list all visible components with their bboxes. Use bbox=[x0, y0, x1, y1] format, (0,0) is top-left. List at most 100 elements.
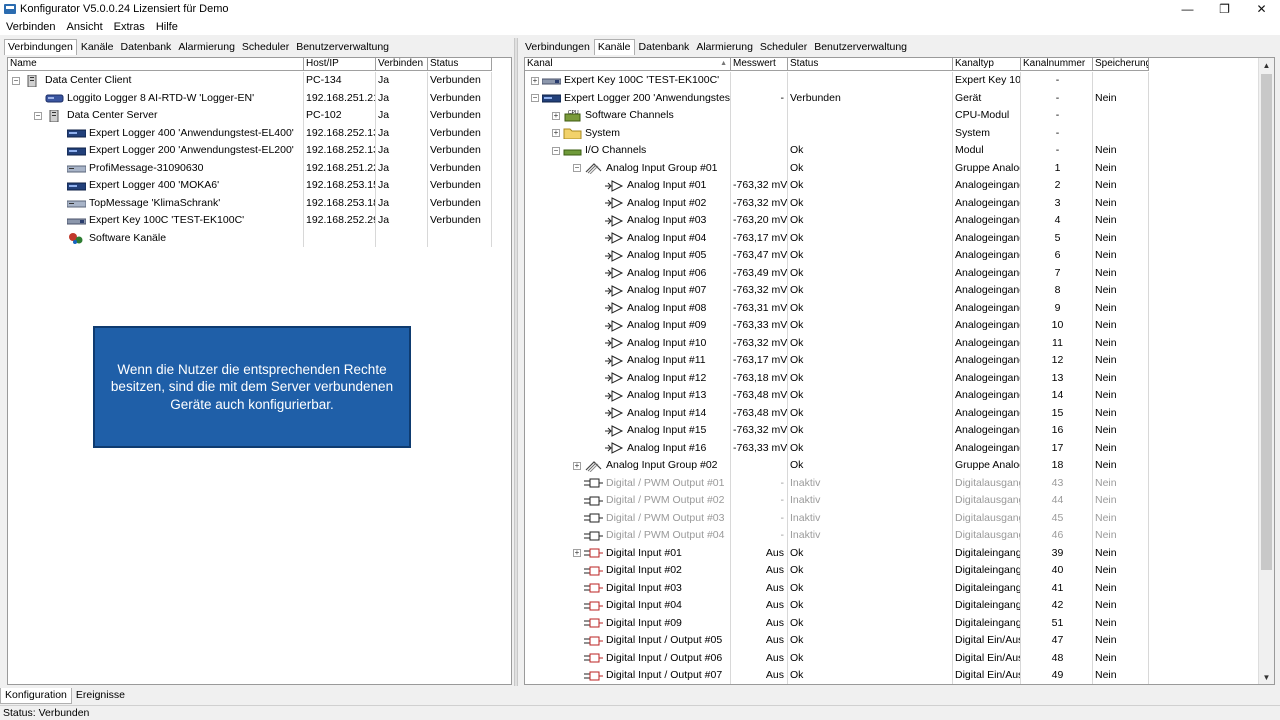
table-row[interactable]: − I/O Channels Ok Modul - Nein bbox=[525, 142, 1149, 160]
channel-name: Digital / PWM Output #01 bbox=[606, 476, 725, 489]
table-row[interactable]: − Expert Logger 200 'Anwendungstest-EL...… bbox=[525, 89, 1149, 107]
expand-icon[interactable]: + bbox=[552, 129, 560, 138]
column-header-verbinden[interactable]: Verbinden bbox=[376, 58, 428, 71]
table-row[interactable]: Analog Input #05 -763,47 mV Ok Analogeingan… bbox=[525, 247, 1149, 265]
menu-extras[interactable]: Extras bbox=[111, 21, 148, 33]
collapse-icon[interactable]: − bbox=[573, 164, 581, 173]
table-row[interactable]: Digital / PWM Output #02- Inaktiv Digitala… bbox=[525, 492, 1149, 510]
table-row[interactable]: Analog Input #01 -763,32 mV Ok Analogeingan… bbox=[525, 177, 1149, 195]
table-row[interactable]: Analog Input #08 -763,31 mV Ok Analogeingan… bbox=[525, 299, 1149, 317]
table-row[interactable]: Digital / PWM Output #04- Inaktiv Digitala… bbox=[525, 527, 1149, 545]
right-tab-datenbank[interactable]: Datenbank bbox=[636, 40, 693, 55]
right-tab-alarmierung[interactable]: Alarmierung bbox=[693, 40, 756, 55]
table-row[interactable]: Analog Input #15 -763,32 mV Ok Analogeingan… bbox=[525, 422, 1149, 440]
bottom-tab-konfiguration[interactable]: Konfiguration bbox=[0, 688, 72, 704]
type-cell: Analogeingang bbox=[953, 369, 1021, 387]
table-row[interactable]: Analog Input #07 -763,32 mV Ok Analogeingan… bbox=[525, 282, 1149, 300]
table-row[interactable]: Analog Input #09 -763,33 mV Ok Analogeingan… bbox=[525, 317, 1149, 335]
column-header-kanal[interactable]: Kanal ▲ bbox=[525, 58, 731, 71]
scroll-up-icon[interactable]: ▲ bbox=[1259, 58, 1274, 72]
table-row[interactable]: − Data Center Server PC-102 Ja Verbunden bbox=[8, 107, 492, 125]
table-row[interactable]: Analog Input #12 -763,18 mV Ok Analogeingan… bbox=[525, 369, 1149, 387]
table-row[interactable]: Digital Input #03 Aus Ok Digitaleingang 41 Ne… bbox=[525, 579, 1149, 597]
menu-ansicht[interactable]: Ansicht bbox=[64, 21, 106, 33]
table-row[interactable]: − Analog Input Group #01 OkGruppe Analog..… bbox=[525, 159, 1149, 177]
table-row[interactable]: Analog Input #06 -763,49 mV Ok Analogeingan… bbox=[525, 264, 1149, 282]
table-row[interactable]: Digital Input / Output #06 Aus Ok Digital E… bbox=[525, 649, 1149, 667]
table-row[interactable]: Analog Input #10 -763,32 mV Ok Analogeingan… bbox=[525, 334, 1149, 352]
left-tab-scheduler[interactable]: Scheduler bbox=[239, 40, 292, 55]
table-row[interactable]: Software Kanäle bbox=[8, 229, 492, 247]
column-header-status[interactable]: Status bbox=[788, 58, 953, 71]
table-row[interactable]: Analog Input #02 -763,32 mV Ok Analogeingan… bbox=[525, 194, 1149, 212]
table-row[interactable]: + Expert Key 100C 'TEST-EK100C' Expert Key… bbox=[525, 72, 1149, 90]
table-row[interactable]: Digital Input #09 Aus Ok Digitaleingang 51 Ne… bbox=[525, 614, 1149, 632]
status-cell: Ok bbox=[788, 544, 953, 562]
table-row[interactable]: + CPU Software Channels CPU-Modul - bbox=[525, 107, 1149, 125]
menu-hilfe[interactable]: Hilfe bbox=[153, 21, 181, 33]
expand-icon[interactable]: + bbox=[573, 549, 581, 558]
table-row[interactable]: + System System - bbox=[525, 124, 1149, 142]
table-row[interactable]: Loggito Logger 8 AI-RTD-W 'Logger-EN' 192… bbox=[8, 89, 492, 107]
bottom-tab-ereignisse[interactable]: Ereignisse bbox=[72, 688, 129, 704]
column-header-messwert[interactable]: Messwert bbox=[731, 58, 788, 71]
pane-splitter[interactable] bbox=[514, 38, 518, 686]
expand-icon[interactable]: + bbox=[573, 461, 581, 470]
table-row[interactable]: Analog Input #14 -763,48 mV Ok Analogeingan… bbox=[525, 404, 1149, 422]
right-tab-scheduler[interactable]: Scheduler bbox=[757, 40, 810, 55]
table-row[interactable]: Expert Logger 400 'Anwendungstest-EL400'… bbox=[8, 124, 492, 142]
table-row[interactable]: + Analog Input Group #02 OkGruppe Analog..… bbox=[525, 457, 1149, 475]
left-tab-alarmierung[interactable]: Alarmierung bbox=[175, 40, 238, 55]
collapse-icon[interactable]: − bbox=[12, 76, 20, 85]
left-tab-verbindungen[interactable]: Verbindungen bbox=[4, 39, 77, 55]
column-header-status[interactable]: Status bbox=[428, 58, 492, 71]
right-tab-benutzerverwaltung[interactable]: Benutzerverwaltung bbox=[811, 40, 910, 55]
scroll-down-icon[interactable]: ▼ bbox=[1259, 670, 1274, 684]
expand-icon[interactable]: + bbox=[531, 76, 539, 85]
table-row[interactable]: Digital Input #04 Aus Ok Digitaleingang 42 Ne… bbox=[525, 597, 1149, 615]
table-row[interactable]: Expert Logger 400 'MOKA6' 192.168.253.151… bbox=[8, 177, 492, 195]
menu-verbinden[interactable]: Verbinden bbox=[3, 21, 59, 33]
table-row[interactable]: Analog Input #13 -763,48 mV Ok Analogeingan… bbox=[525, 387, 1149, 405]
scroll-thumb[interactable] bbox=[1261, 74, 1272, 570]
table-row[interactable]: Digital Input #02 Aus Ok Digitaleingang 40 Ne… bbox=[525, 562, 1149, 580]
maximize-button[interactable]: ❐ bbox=[1206, 0, 1243, 18]
table-row[interactable]: Expert Logger 200 'Anwendungstest-EL200'… bbox=[8, 142, 492, 160]
column-header-speicherung[interactable]: Speicherung bbox=[1093, 58, 1149, 71]
table-row[interactable]: TopMessage 'KlimaSchrank' 192.168.253.18 J… bbox=[8, 194, 492, 212]
column-header-kanaltyp[interactable]: Kanaltyp bbox=[953, 58, 1021, 71]
collapse-icon[interactable]: − bbox=[552, 146, 560, 155]
expand-icon[interactable]: + bbox=[552, 111, 560, 120]
table-row[interactable]: Expert Key 100C 'TEST-EK100C' 192.168.252… bbox=[8, 212, 492, 230]
column-header-kanalnummer[interactable]: Kanalnummer bbox=[1021, 58, 1093, 71]
left-tab-kanäle[interactable]: Kanäle bbox=[78, 40, 117, 55]
status-cell: Ok bbox=[788, 317, 953, 335]
number-cell: 8 bbox=[1021, 282, 1093, 300]
column-header-name[interactable]: Name bbox=[8, 58, 304, 71]
value-cell: -763,17 mV bbox=[731, 352, 788, 370]
type-cell: Modul bbox=[953, 142, 1021, 160]
table-row[interactable]: − Data Center Client PC-134 Ja Verbunden bbox=[8, 72, 492, 90]
status-cell bbox=[788, 72, 953, 90]
column-header-host-ip[interactable]: Host/IP bbox=[304, 58, 376, 71]
table-row[interactable]: Digital Input / Output #07 Aus Ok Digital E… bbox=[525, 667, 1149, 684]
close-button[interactable]: ✕ bbox=[1243, 0, 1280, 18]
left-tab-benutzerverwaltung[interactable]: Benutzerverwaltung bbox=[293, 40, 392, 55]
minimize-button[interactable]: — bbox=[1169, 0, 1206, 18]
table-row[interactable]: ProfiMessage-31090630 192.168.251.221JaVe… bbox=[8, 159, 492, 177]
storage-cell: Nein bbox=[1093, 177, 1149, 195]
table-row[interactable]: Digital Input / Output #05 Aus Ok Digital E… bbox=[525, 632, 1149, 650]
table-row[interactable]: Analog Input #03 -763,20 mV Ok Analogeingan… bbox=[525, 212, 1149, 230]
collapse-icon[interactable]: − bbox=[531, 94, 539, 103]
table-row[interactable]: Digital / PWM Output #01- Inaktiv Digitala… bbox=[525, 474, 1149, 492]
left-tab-datenbank[interactable]: Datenbank bbox=[118, 40, 175, 55]
vertical-scrollbar[interactable]: ▲ ▼ bbox=[1258, 58, 1274, 684]
table-row[interactable]: Digital / PWM Output #03- Inaktiv Digitala… bbox=[525, 509, 1149, 527]
table-row[interactable]: Analog Input #11 -763,17 mV Ok Analogeingan… bbox=[525, 352, 1149, 370]
table-row[interactable]: Analog Input #04 -763,17 mV Ok Analogeingan… bbox=[525, 229, 1149, 247]
collapse-icon[interactable]: − bbox=[34, 111, 42, 120]
table-row[interactable]: + Digital Input #01 Aus Ok Digitaleingang 39 N… bbox=[525, 544, 1149, 562]
right-tab-verbindungen[interactable]: Verbindungen bbox=[522, 40, 593, 55]
table-row[interactable]: Analog Input #16 -763,33 mV Ok Analogeingan… bbox=[525, 439, 1149, 457]
right-tab-kanäle[interactable]: Kanäle bbox=[593, 39, 635, 55]
